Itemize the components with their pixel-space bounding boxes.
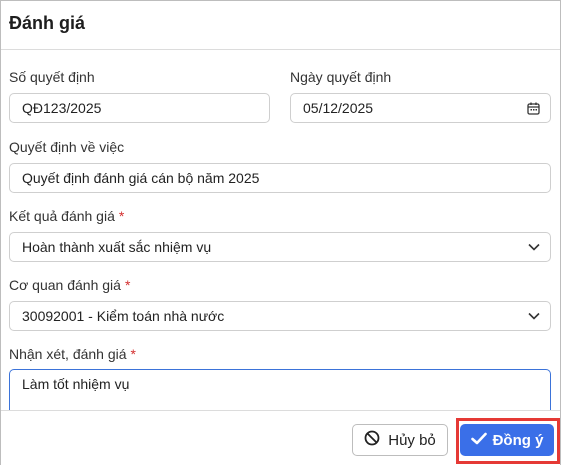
result-label-text: Kết quả đánh giá [9, 208, 115, 224]
decision-subject-label: Quyết định về việc [9, 139, 125, 155]
required-mark: * [118, 208, 125, 224]
result-value: Hoàn thành xuất sắc nhiệm vụ [22, 239, 212, 255]
chevron-down-icon [528, 233, 540, 261]
calendar-icon[interactable] [527, 94, 540, 122]
decision-number-label: Số quyết định [9, 69, 95, 85]
required-mark: * [130, 346, 136, 362]
agency-value: 30092001 - Kiểm toán nhà nước [22, 308, 225, 324]
dialog-header: Đánh giá [1, 1, 560, 50]
required-mark: * [124, 277, 131, 293]
decision-number-value: QĐ123/2025 [22, 100, 102, 116]
evaluation-dialog: Đánh giá Số quyết định QĐ123/2025 Ngày q… [0, 0, 561, 465]
agency-label: Cơ quan đánh giá * [9, 277, 130, 293]
comment-textarea[interactable]: Làm tốt nhiệm vụ [9, 369, 551, 411]
dialog-footer: Hủy bỏ Đồng ý [1, 410, 560, 465]
decision-date-label: Ngày quyết định [290, 69, 392, 85]
result-select[interactable]: Hoàn thành xuất sắc nhiệm vụ [9, 232, 551, 262]
comment-label: Nhận xét, đánh giá * [9, 346, 136, 362]
dialog-title: Đánh giá [9, 13, 86, 33]
result-label: Kết quả đánh giá * [9, 208, 124, 224]
decision-number-input[interactable]: QĐ123/2025 [9, 93, 270, 123]
comment-label-text: Nhận xét, đánh giá [9, 346, 127, 362]
agency-select[interactable]: 30092001 - Kiểm toán nhà nước [9, 301, 551, 331]
ok-button[interactable]: Đồng ý [460, 424, 554, 456]
cancel-button[interactable]: Hủy bỏ [352, 424, 448, 456]
comment-value: Làm tốt nhiệm vụ [22, 376, 130, 392]
cancel-icon [364, 430, 380, 450]
chevron-down-icon [528, 302, 540, 330]
decision-subject-input[interactable]: Quyết định đánh giá cán bộ năm 2025 [9, 163, 551, 193]
decision-date-input[interactable]: 05/12/2025 [290, 93, 551, 123]
decision-date-value: 05/12/2025 [303, 100, 374, 116]
cancel-button-label: Hủy bỏ [388, 431, 436, 449]
check-icon [470, 432, 487, 449]
ok-button-label: Đồng ý [492, 431, 544, 449]
agency-label-text: Cơ quan đánh giá [9, 277, 121, 293]
decision-subject-value: Quyết định đánh giá cán bộ năm 2025 [22, 170, 260, 186]
